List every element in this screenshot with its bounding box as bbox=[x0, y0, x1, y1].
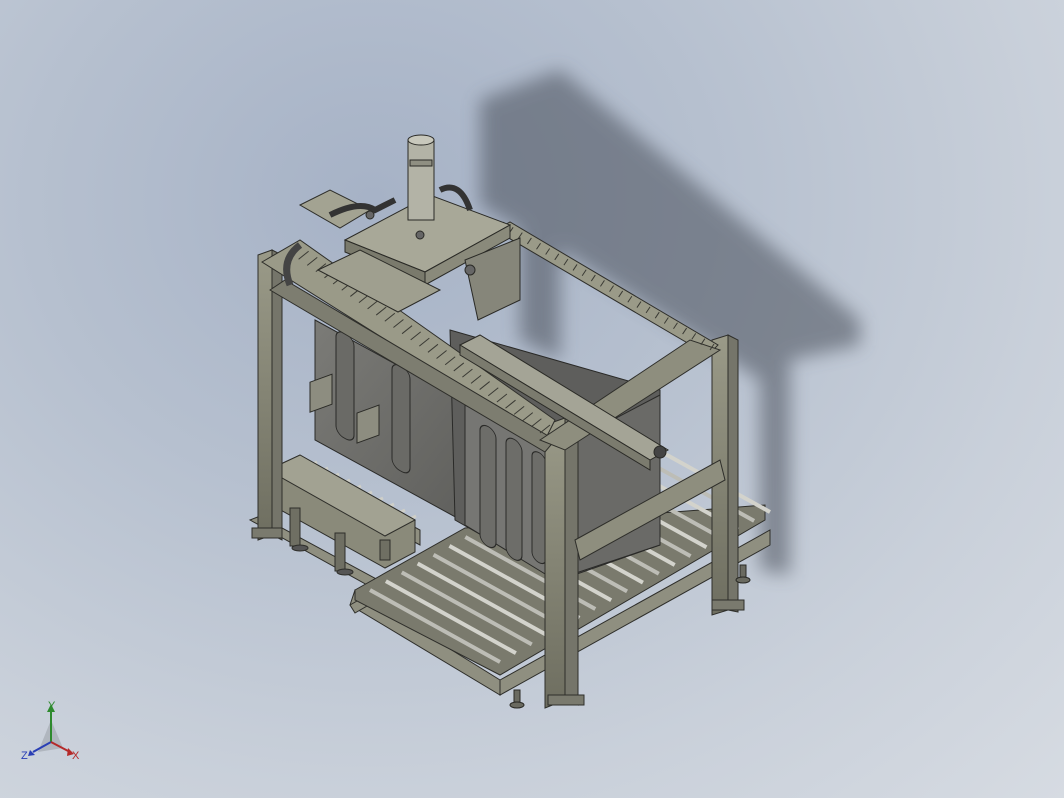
view-orientation-triad[interactable]: Y Z X bbox=[18, 700, 98, 780]
graphics-viewport[interactable]: Y Z X bbox=[0, 0, 1064, 798]
triad-x-label: X bbox=[72, 750, 80, 762]
triad-axes-icon bbox=[28, 704, 74, 756]
triad-z-label: Z bbox=[21, 750, 28, 762]
cad-model-view[interactable] bbox=[0, 0, 1064, 798]
triad-y-label: Y bbox=[48, 700, 56, 712]
